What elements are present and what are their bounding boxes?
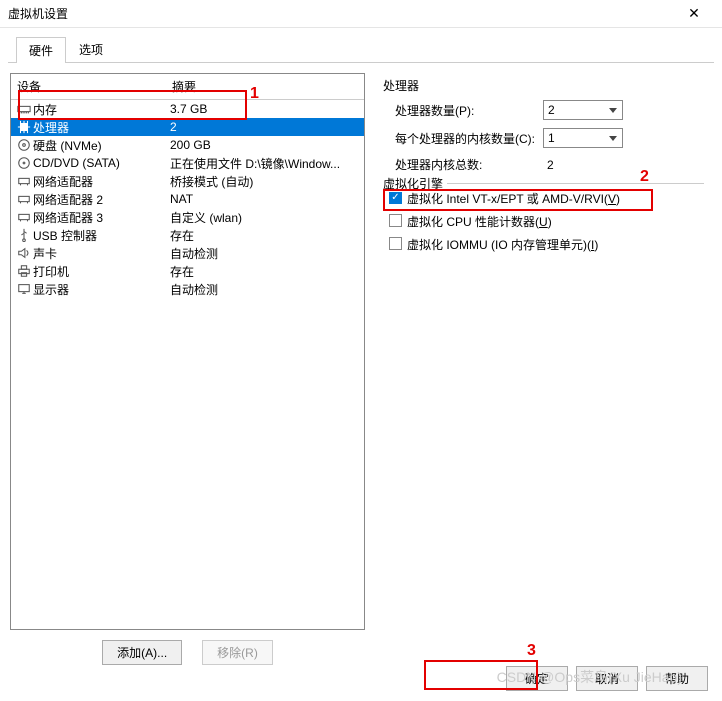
virt-group-line: 虚拟化引擎 — [383, 183, 704, 184]
device-row-cd[interactable]: CD/DVD (SATA)正在使用文件 D:\镜像\Window... — [11, 154, 364, 172]
device-summary: 200 GB — [170, 138, 360, 152]
device-list-body: 内存3.7 GB处理器2硬盘 (NVMe)200 GBCD/DVD (SATA)… — [11, 100, 364, 298]
device-name: 网络适配器 3 — [33, 209, 170, 226]
content-area: 设备 摘要 内存3.7 GB处理器2硬盘 (NVMe)200 GBCD/DVD … — [0, 63, 722, 675]
device-row-disk[interactable]: 硬盘 (NVMe)200 GB — [11, 136, 364, 154]
device-name: 打印机 — [33, 263, 170, 280]
device-summary: 自动检测 — [170, 245, 360, 262]
virt-iommu-checkbox[interactable] — [389, 237, 402, 250]
field-cores-per-proc: 每个处理器的内核数量(C): 1 — [395, 128, 704, 148]
cd-icon — [15, 156, 33, 170]
num-processors-value: 2 — [548, 103, 555, 117]
virt-vtx-label: 虚拟化 Intel VT-x/EPT 或 AMD-V/RVI(V) — [407, 190, 620, 207]
total-cores-value: 2 — [543, 158, 623, 172]
virt-vtx-row[interactable]: 虚拟化 Intel VT-x/EPT 或 AMD-V/RVI(V) — [389, 190, 704, 207]
remove-button[interactable]: 移除(R) — [202, 640, 273, 665]
device-summary: 自动检测 — [170, 281, 360, 298]
col-header-summary: 摘要 — [166, 74, 364, 99]
ok-button[interactable]: 确定 — [506, 666, 568, 691]
device-name: 硬盘 (NVMe) — [33, 137, 170, 154]
device-name: 网络适配器 2 — [33, 191, 170, 208]
virt-perf-checkbox[interactable] — [389, 214, 402, 227]
virt-group-legend: 虚拟化引擎 — [383, 175, 447, 192]
window-title: 虚拟机设置 — [8, 5, 674, 22]
printer-icon — [15, 264, 33, 278]
device-summary: 3.7 GB — [170, 102, 360, 116]
footer-buttons: 确定 取消 帮助 — [506, 666, 708, 691]
device-name: 内存 — [33, 101, 170, 118]
disk-icon — [15, 138, 33, 152]
virt-vtx-checkbox[interactable] — [389, 191, 402, 204]
cores-value: 1 — [548, 131, 555, 145]
device-list: 设备 摘要 内存3.7 GB处理器2硬盘 (NVMe)200 GBCD/DVD … — [10, 73, 365, 630]
tab-options[interactable]: 选项 — [66, 36, 116, 62]
device-name: 显示器 — [33, 281, 170, 298]
device-summary: 2 — [170, 120, 360, 134]
col-header-device: 设备 — [11, 74, 166, 99]
close-button[interactable]: ✕ — [674, 0, 714, 28]
net-icon — [15, 210, 33, 224]
field-total-cores: 处理器内核总数: 2 — [395, 156, 704, 173]
device-name: 声卡 — [33, 245, 170, 262]
add-button[interactable]: 添加(A)... — [102, 640, 182, 665]
cores-select[interactable]: 1 — [543, 128, 623, 148]
device-row-net[interactable]: 网络适配器桥接模式 (自动) — [11, 172, 364, 190]
device-name: 网络适配器 — [33, 173, 170, 190]
memory-icon — [15, 102, 33, 116]
device-row-usb[interactable]: USB 控制器存在 — [11, 226, 364, 244]
device-name: CD/DVD (SATA) — [33, 156, 170, 170]
field-num-processors: 处理器数量(P): 2 — [395, 100, 704, 120]
virt-perf-label: 虚拟化 CPU 性能计数器(U) — [407, 213, 552, 230]
virt-iommu-row[interactable]: 虚拟化 IOMMU (IO 内存管理单元)(I) — [389, 236, 704, 253]
virt-perf-row[interactable]: 虚拟化 CPU 性能计数器(U) — [389, 213, 704, 230]
left-panel: 设备 摘要 内存3.7 GB处理器2硬盘 (NVMe)200 GBCD/DVD … — [10, 73, 365, 665]
sound-icon — [15, 246, 33, 260]
device-row-sound[interactable]: 声卡自动检测 — [11, 244, 364, 262]
left-buttons: 添加(A)... 移除(R) — [10, 630, 365, 665]
cores-label: 每个处理器的内核数量(C): — [395, 130, 535, 147]
device-row-cpu[interactable]: 处理器2 — [11, 118, 364, 136]
device-name: 处理器 — [33, 119, 170, 136]
device-summary: 桥接模式 (自动) — [170, 173, 360, 190]
cancel-button[interactable]: 取消 — [576, 666, 638, 691]
titlebar: 虚拟机设置 ✕ — [0, 0, 722, 28]
display-icon — [15, 282, 33, 296]
device-row-net[interactable]: 网络适配器 2NAT — [11, 190, 364, 208]
device-summary: 存在 — [170, 263, 360, 280]
net-icon — [15, 192, 33, 206]
device-summary: 自定义 (wlan) — [170, 209, 360, 226]
device-summary: 正在使用文件 D:\镜像\Window... — [170, 155, 360, 172]
num-processors-label: 处理器数量(P): — [395, 102, 535, 119]
right-panel: 处理器 处理器数量(P): 2 每个处理器的内核数量(C): 1 处理器内核总数… — [375, 73, 712, 665]
cpu-icon — [15, 120, 33, 134]
total-cores-label: 处理器内核总数: — [395, 156, 535, 173]
tab-hardware[interactable]: 硬件 — [16, 37, 66, 63]
device-summary: NAT — [170, 192, 360, 206]
device-row-memory[interactable]: 内存3.7 GB — [11, 100, 364, 118]
device-row-net[interactable]: 网络适配器 3自定义 (wlan) — [11, 208, 364, 226]
num-processors-select[interactable]: 2 — [543, 100, 623, 120]
device-row-display[interactable]: 显示器自动检测 — [11, 280, 364, 298]
help-button[interactable]: 帮助 — [646, 666, 708, 691]
device-summary: 存在 — [170, 227, 360, 244]
device-row-printer[interactable]: 打印机存在 — [11, 262, 364, 280]
device-name: USB 控制器 — [33, 227, 170, 244]
tab-bar: 硬件 选项 — [8, 32, 714, 63]
virt-iommu-label: 虚拟化 IOMMU (IO 内存管理单元)(I) — [407, 236, 598, 253]
list-header: 设备 摘要 — [11, 74, 364, 100]
usb-icon — [15, 228, 33, 242]
group-processor-title: 处理器 — [383, 77, 704, 94]
net-icon — [15, 174, 33, 188]
